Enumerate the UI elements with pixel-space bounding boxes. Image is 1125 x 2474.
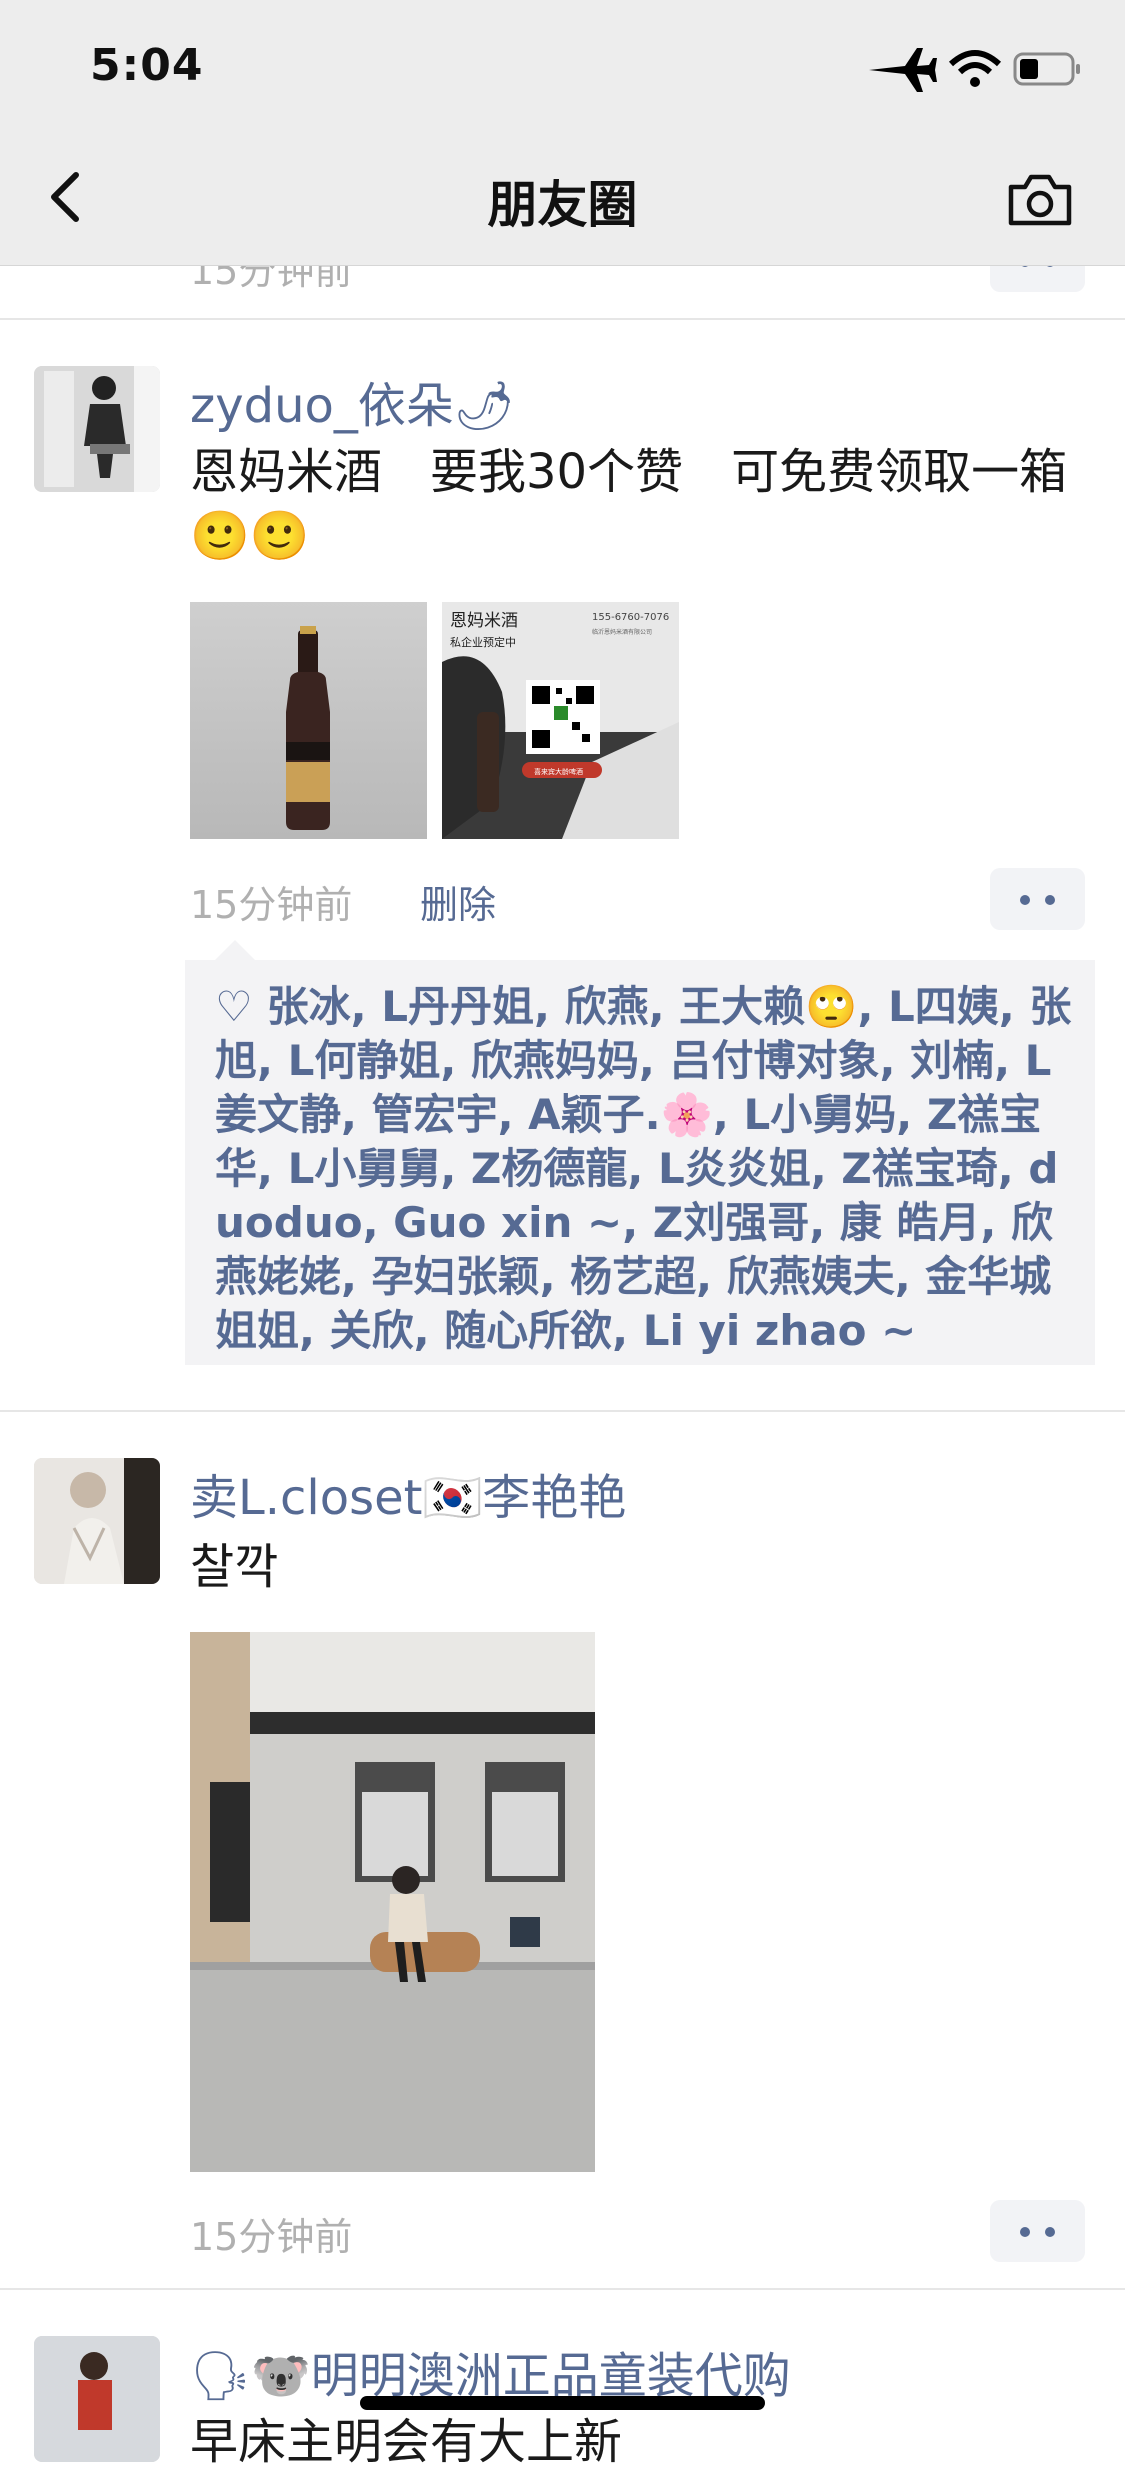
post-text: 早床主明会有大上新	[190, 2414, 623, 2470]
post-text: 찰깍	[190, 1539, 279, 1595]
divider	[0, 1410, 1125, 1412]
ad-company: 临沂恩妈米酒有限公司	[592, 628, 652, 636]
delete-link[interactable]: 删除	[420, 874, 496, 929]
more-actions-button[interactable]	[990, 2200, 1085, 2262]
navigation-bar: 5:04 朋友圈	[0, 0, 1125, 266]
battery-icon	[1013, 52, 1080, 86]
camera-icon	[1008, 174, 1072, 226]
status-time: 5:04	[90, 40, 204, 91]
post-photo[interactable]	[190, 602, 427, 839]
ad-subtitle: 私企业预定中	[450, 635, 516, 649]
ad-phone: 155-6760-7076	[592, 612, 669, 623]
post-author[interactable]: 卖L.closet🇰🇷李艳艳	[190, 1458, 626, 1528]
post-meta: 15分钟前 删除	[0, 868, 1125, 958]
heart-icon: ♡	[215, 982, 253, 1031]
post-meta: 15分钟前	[0, 2200, 1125, 2290]
more-actions-button[interactable]	[990, 868, 1085, 930]
ad-button-text: 喜来宾大龄啤酒	[534, 767, 583, 776]
divider	[0, 2288, 1125, 2290]
camera-button[interactable]	[1005, 165, 1075, 235]
post-text: 恩妈米酒 要我30个赞 可免费领取一箱🙂🙂	[190, 444, 1068, 564]
airplane-icon	[869, 48, 937, 92]
post-timestamp: 15分钟前	[190, 883, 353, 927]
avatar[interactable]	[34, 2336, 160, 2462]
post-author[interactable]: zyduo_依朵🌶	[190, 366, 515, 436]
page-title: 朋友圈	[487, 176, 638, 234]
likes-panel: ♡ 张冰, L丹丹姐, 欣燕, 王大赖🙄, L四姨, 张旭, L何静姐, 欣燕妈妈…	[185, 960, 1095, 1365]
ad-title: 恩妈米酒	[450, 611, 518, 631]
home-indicator[interactable]	[360, 2396, 765, 2410]
wifi-icon	[948, 50, 1002, 87]
post-photo[interactable]	[190, 1632, 595, 2172]
likes-list[interactable]: ♡ 张冰, L丹丹姐, 欣燕, 王大赖🙄, L四姨, 张旭, L何静姐, 欣燕妈妈…	[215, 980, 1075, 1358]
post-timestamp: 15分钟前	[190, 2215, 353, 2259]
likes-caret	[215, 940, 255, 960]
likes-names[interactable]: 张冰, L丹丹姐, 欣燕, 王大赖🙄, L四姨, 张旭, L何静姐, 欣燕妈妈,…	[215, 982, 1071, 1355]
post-photo-qr-ad[interactable]: 恩妈米酒 私企业预定中 155-6760-7076 临沂恩妈米酒有限公司 喜来宾…	[442, 602, 679, 839]
avatar[interactable]	[34, 366, 160, 492]
status-icons	[865, 40, 1085, 100]
divider	[0, 318, 1125, 320]
avatar[interactable]	[34, 1458, 160, 1584]
